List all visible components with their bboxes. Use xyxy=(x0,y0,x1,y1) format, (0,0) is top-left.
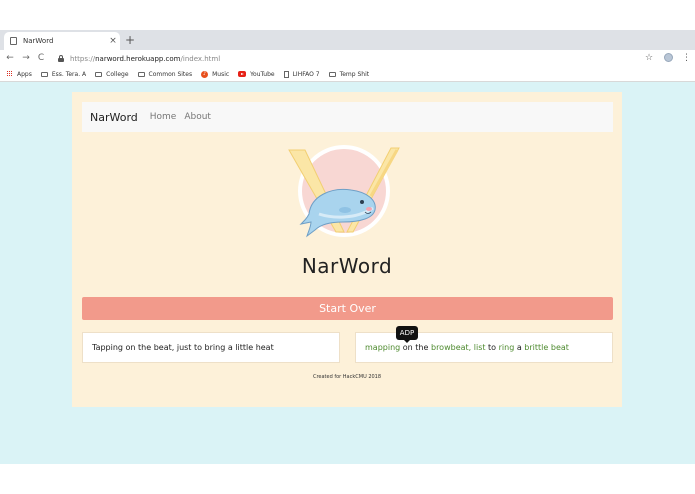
apps-icon xyxy=(7,71,13,77)
new-tab-button[interactable]: + xyxy=(124,33,136,47)
bookmarks-bar: Apps Ess. Tera. A College Common Sites ♪… xyxy=(0,67,695,82)
generated-word[interactable]: to xyxy=(488,343,496,352)
narwhal-eye xyxy=(360,200,364,204)
generated-word[interactable]: list xyxy=(474,343,486,352)
bookmark-folder-college[interactable]: College xyxy=(95,71,129,78)
bookmark-apps[interactable]: Apps xyxy=(7,71,32,78)
folder-icon xyxy=(137,71,145,77)
browser-menu-icon[interactable]: ⋮ xyxy=(682,52,691,64)
original-lyric-text: Tapping on the beat, just to bring a lit… xyxy=(92,343,274,352)
reload-icon[interactable]: C xyxy=(36,52,46,64)
address-bar[interactable]: https://narword.herokuapp.com/index.html xyxy=(54,52,658,65)
narwhal-fin xyxy=(339,207,351,213)
generated-word[interactable]: ring xyxy=(499,343,515,352)
folder-icon xyxy=(95,71,103,77)
navbar-brand[interactable]: NarWord xyxy=(90,111,138,124)
generated-word[interactable]: on xyxy=(403,343,413,352)
lock-icon xyxy=(58,55,64,62)
document-icon xyxy=(283,70,289,78)
bookmark-folder-ess-tera[interactable]: Ess. Tera. A xyxy=(40,71,86,78)
footer-credit: Created for HackCMU 2018 xyxy=(312,374,382,380)
close-tab-icon[interactable]: × xyxy=(108,36,118,46)
nav-link-about[interactable]: About xyxy=(184,112,211,122)
original-lyric-box: Tapping on the beat, just to bring a lit… xyxy=(82,332,340,363)
generated-word[interactable]: the xyxy=(415,343,428,352)
browser-toolbar: ← → C https://narword.herokuapp.com/inde… xyxy=(0,50,695,67)
music-icon: ♪ xyxy=(201,70,209,78)
bookmark-folder-common-sites[interactable]: Common Sites xyxy=(137,71,192,78)
bookmark-lihfao[interactable]: LIHFAO 7 xyxy=(283,70,320,78)
url-text: https://narword.herokuapp.com/index.html xyxy=(70,54,221,63)
main-card: NarWord Home About NarWord Start Over Ta… xyxy=(72,92,622,407)
browser-tab[interactable]: NarWord × xyxy=(4,32,120,50)
folder-icon xyxy=(328,71,336,77)
bookmark-star-icon[interactable]: ☆ xyxy=(645,52,653,64)
part-of-speech-tooltip: ADP xyxy=(396,326,418,343)
site-navbar: NarWord Home About xyxy=(82,102,613,132)
start-over-button[interactable]: Start Over xyxy=(82,297,613,320)
page-viewport: NarWord Home About NarWord Start Over Ta… xyxy=(0,82,695,464)
generated-lyric-box: mapping on the browbeat, list to ring a … xyxy=(355,332,613,363)
generated-word[interactable]: browbeat, xyxy=(431,343,471,352)
profile-avatar-icon[interactable] xyxy=(664,53,673,62)
tab-title: NarWord xyxy=(23,37,54,45)
youtube-icon xyxy=(238,71,247,77)
back-icon[interactable]: ← xyxy=(5,52,15,64)
generated-word[interactable]: mapping xyxy=(365,343,400,352)
bookmark-music[interactable]: ♪ Music xyxy=(201,70,229,78)
generated-word[interactable]: a xyxy=(517,343,522,352)
page-icon xyxy=(10,37,17,45)
narwhal-cheek xyxy=(366,207,372,211)
folder-icon xyxy=(40,71,48,77)
bookmark-folder-temp[interactable]: Temp Shit xyxy=(328,71,369,78)
generated-word[interactable]: beat xyxy=(551,343,569,352)
generated-word[interactable]: brittle xyxy=(524,343,548,352)
forward-icon[interactable]: → xyxy=(21,52,31,64)
bookmark-youtube[interactable]: YouTube xyxy=(238,71,275,78)
app-title: NarWord xyxy=(301,254,393,278)
tab-strip: NarWord × xyxy=(0,30,695,50)
nav-link-home[interactable]: Home xyxy=(150,112,177,122)
narwhal-logo xyxy=(288,145,400,238)
